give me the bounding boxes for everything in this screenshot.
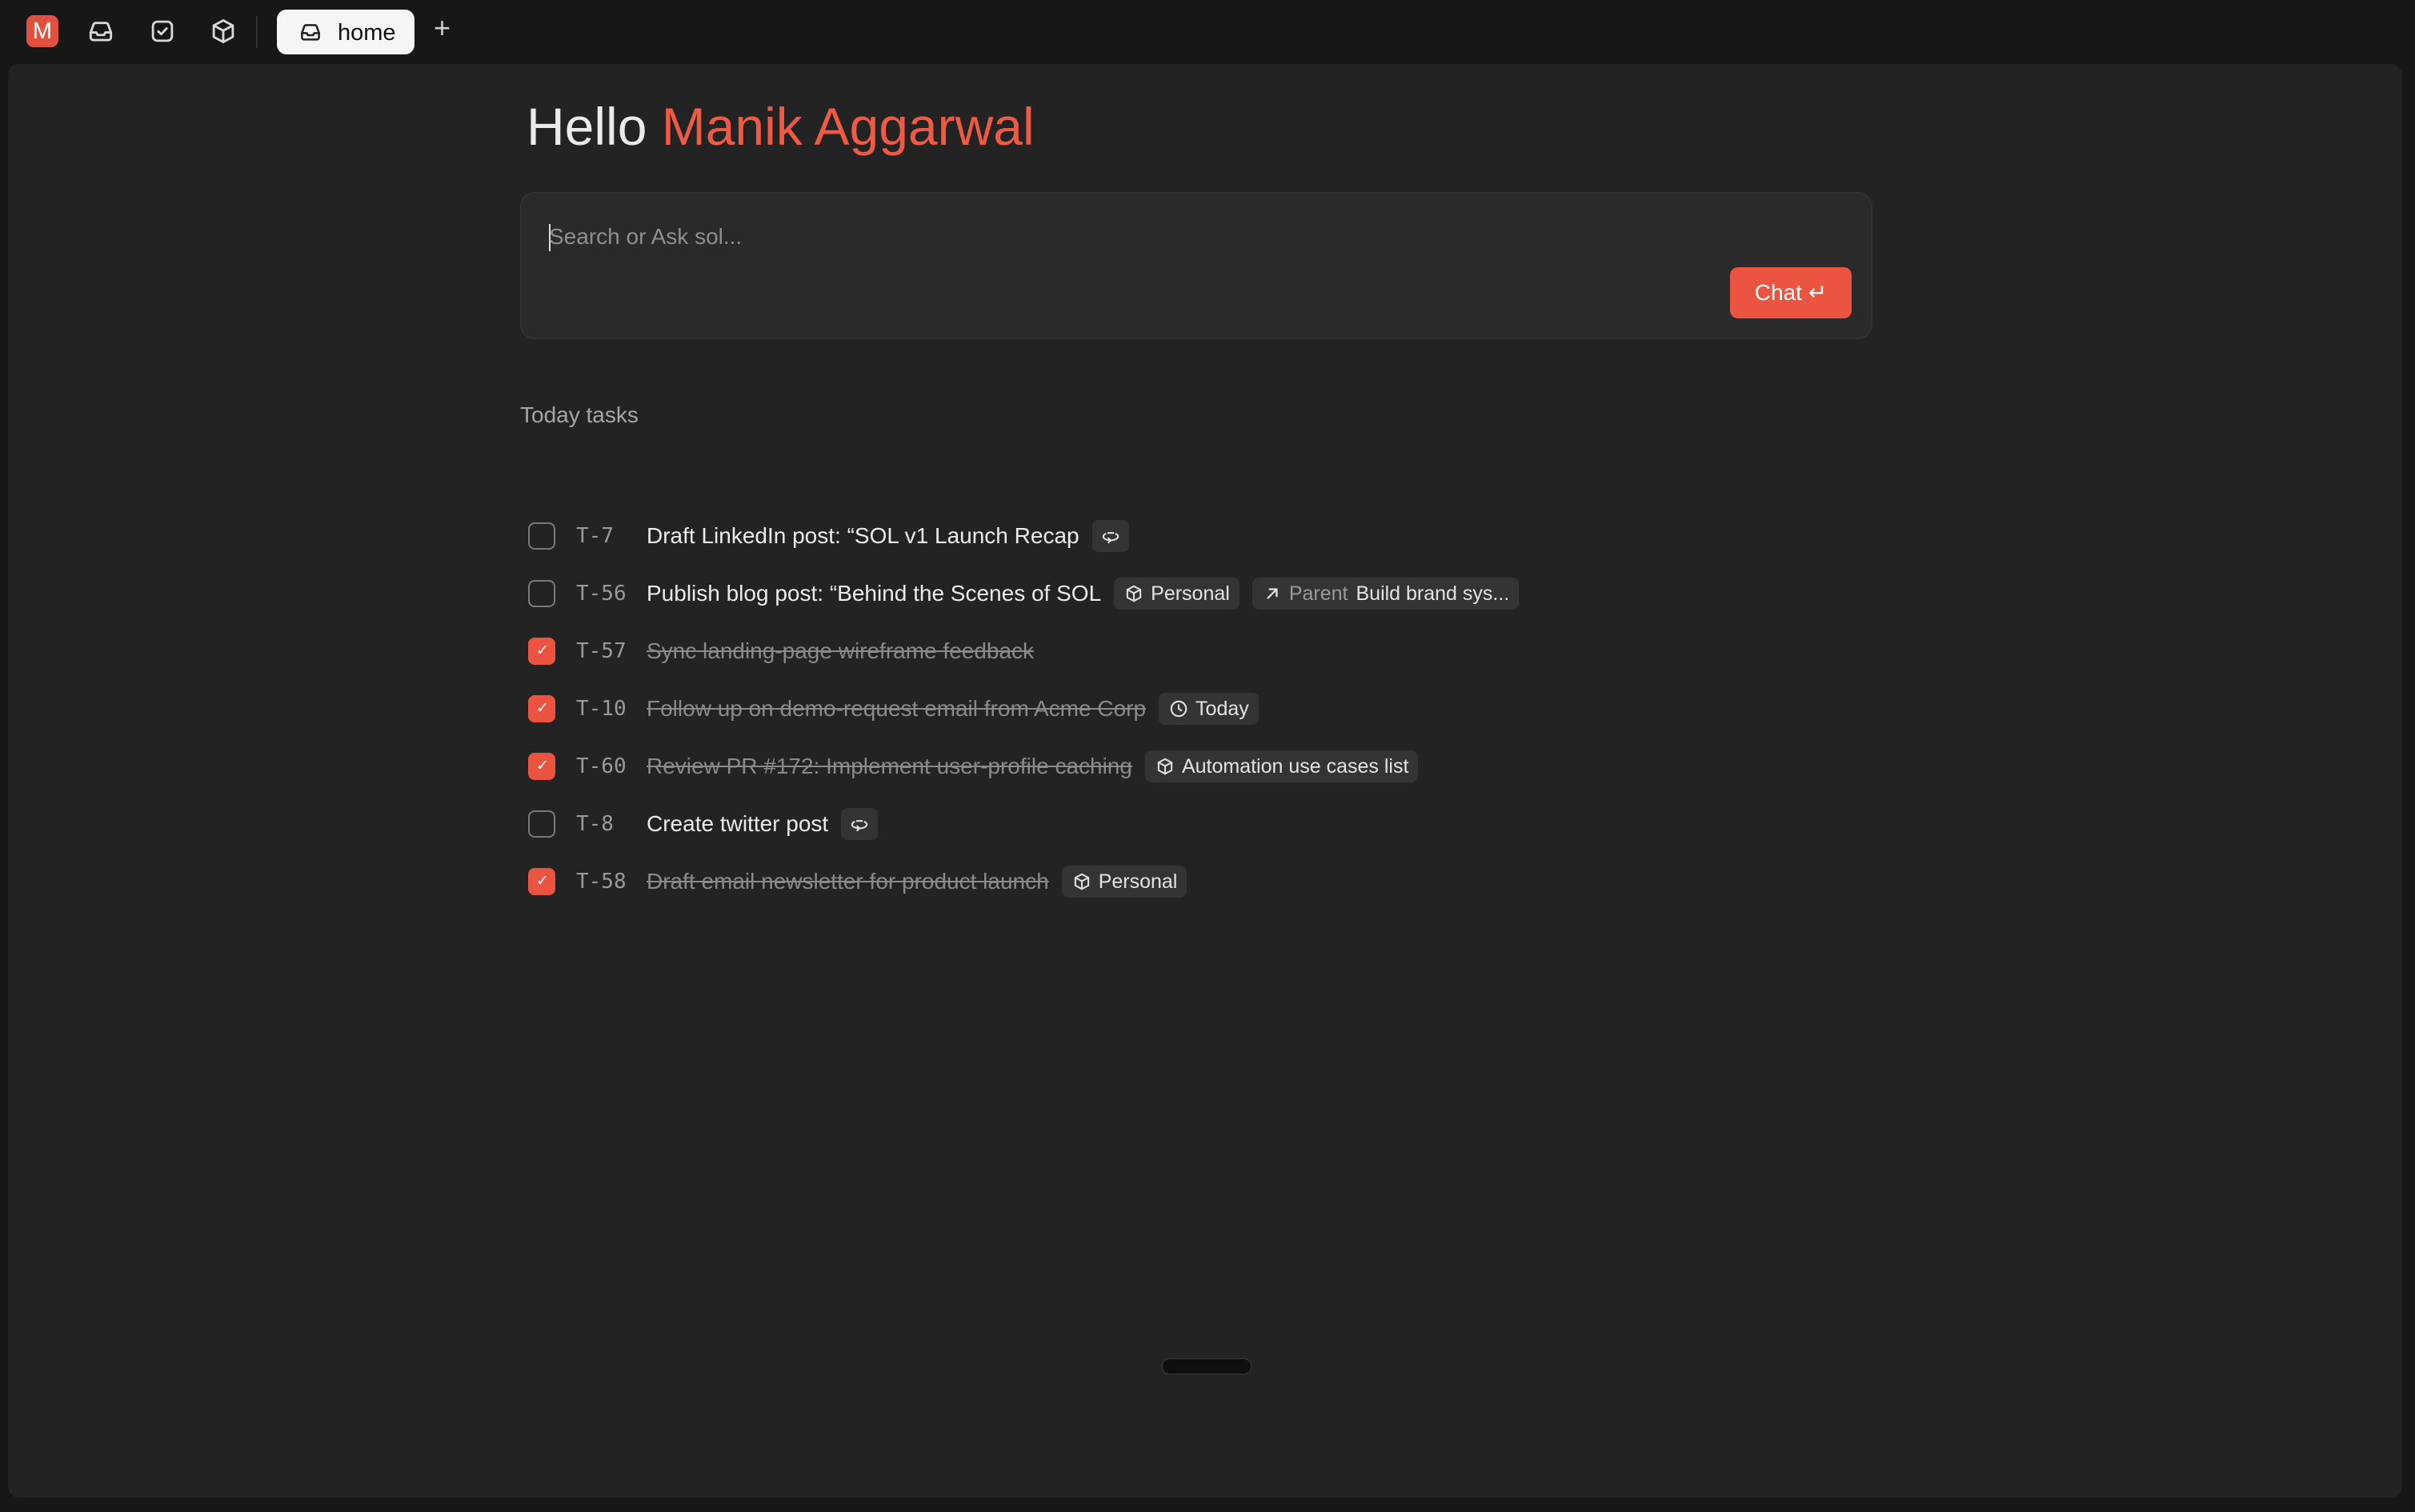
box-icon xyxy=(1155,756,1182,777)
task-id: T-57 xyxy=(576,639,627,663)
drag-handle[interactable] xyxy=(1162,1358,1252,1374)
task-title[interactable]: Draft email newsletter for product launc… xyxy=(647,869,1049,894)
section-title: Today tasks xyxy=(520,402,639,427)
tab-label: home xyxy=(338,20,396,46)
chip-label: Today xyxy=(1195,697,1249,720)
new-tab-button[interactable]: + xyxy=(434,11,451,45)
box-icon xyxy=(1123,583,1151,604)
recurring-icon xyxy=(1100,526,1121,546)
chip-label: Personal xyxy=(1098,870,1178,893)
chip-prefix: Parent xyxy=(1288,582,1348,605)
clock-icon xyxy=(1168,698,1195,719)
task-title[interactable]: Create twitter post xyxy=(647,811,828,837)
task-chip[interactable]: Personal xyxy=(1061,866,1187,898)
arrow-up-right-icon xyxy=(1262,583,1289,604)
task-id: T-60 xyxy=(576,754,627,778)
chip-label: Personal xyxy=(1151,582,1230,605)
task-checkbox[interactable] xyxy=(528,580,555,607)
task-chip[interactable]: Personal xyxy=(1114,578,1240,610)
task-checkbox[interactable] xyxy=(528,753,555,780)
box-icon xyxy=(1071,871,1099,892)
task-chip[interactable]: Parent Build brand sys... xyxy=(1252,578,1520,610)
greeting-hello: Hello xyxy=(527,97,647,156)
user-avatar[interactable]: M xyxy=(26,15,58,47)
task-chip[interactable]: Today xyxy=(1159,693,1259,725)
task-title[interactable]: Sync landing-page wireframe feedback xyxy=(647,638,1034,664)
task-row[interactable]: T-7 Draft LinkedIn post: “SOL v1 Launch R… xyxy=(520,514,1880,558)
recurring-badge[interactable] xyxy=(1091,520,1129,552)
inbox-icon[interactable] xyxy=(86,16,116,46)
top-bar: M home + xyxy=(0,0,2415,64)
task-row[interactable]: T-58 Draft email newsletter for product l… xyxy=(520,859,1880,904)
task-title[interactable]: Review PR #172: Implement user-profile c… xyxy=(647,754,1132,779)
toolbar-divider xyxy=(256,16,258,48)
search-box[interactable]: Chat ↵ xyxy=(520,192,1872,339)
task-id: T-56 xyxy=(576,582,627,606)
check-square-icon[interactable] xyxy=(147,16,178,46)
task-row[interactable]: T-8 Create twitter post xyxy=(520,802,1880,846)
greeting-heading: Hello Manik Aggarwal xyxy=(527,96,1035,157)
task-id: T-58 xyxy=(576,870,627,894)
search-input[interactable] xyxy=(549,219,1749,254)
task-title[interactable]: Publish blog post: “Behind the Scenes of… xyxy=(647,581,1101,606)
task-id: T-7 xyxy=(576,524,614,548)
task-title[interactable]: Follow up on demo-request email from Acm… xyxy=(647,696,1146,722)
recurring-icon xyxy=(849,814,870,834)
task-chip[interactable]: Automation use cases list xyxy=(1144,750,1419,782)
task-checkbox[interactable] xyxy=(528,522,555,550)
task-row[interactable]: T-57 Sync landing-page wireframe feedback xyxy=(520,629,1880,674)
inbox-icon xyxy=(301,24,320,41)
task-id: T-10 xyxy=(576,697,627,721)
chip-label: Automation use cases list xyxy=(1181,754,1409,778)
task-row[interactable]: T-56 Publish blog post: “Behind the Scene… xyxy=(520,571,1880,616)
recurring-badge[interactable] xyxy=(841,808,879,840)
task-checkbox[interactable] xyxy=(528,695,555,722)
greeting-user-name: Manik Aggarwal xyxy=(661,97,1035,156)
chip-label: Build brand sys... xyxy=(1356,582,1510,605)
box-icon[interactable] xyxy=(208,16,238,46)
tab-home[interactable]: home xyxy=(277,10,415,54)
task-checkbox[interactable] xyxy=(528,638,555,665)
chat-button[interactable]: Chat ↵ xyxy=(1730,267,1852,318)
task-title[interactable]: Draft LinkedIn post: “SOL v1 Launch Reca… xyxy=(647,523,1079,549)
task-id: T-8 xyxy=(576,812,614,836)
task-row[interactable]: T-60 Review PR #172: Implement user-profi… xyxy=(520,744,1880,789)
task-checkbox[interactable] xyxy=(528,810,555,838)
task-row[interactable]: T-10 Follow up on demo-request email from… xyxy=(520,686,1880,731)
task-checkbox[interactable] xyxy=(528,868,555,895)
